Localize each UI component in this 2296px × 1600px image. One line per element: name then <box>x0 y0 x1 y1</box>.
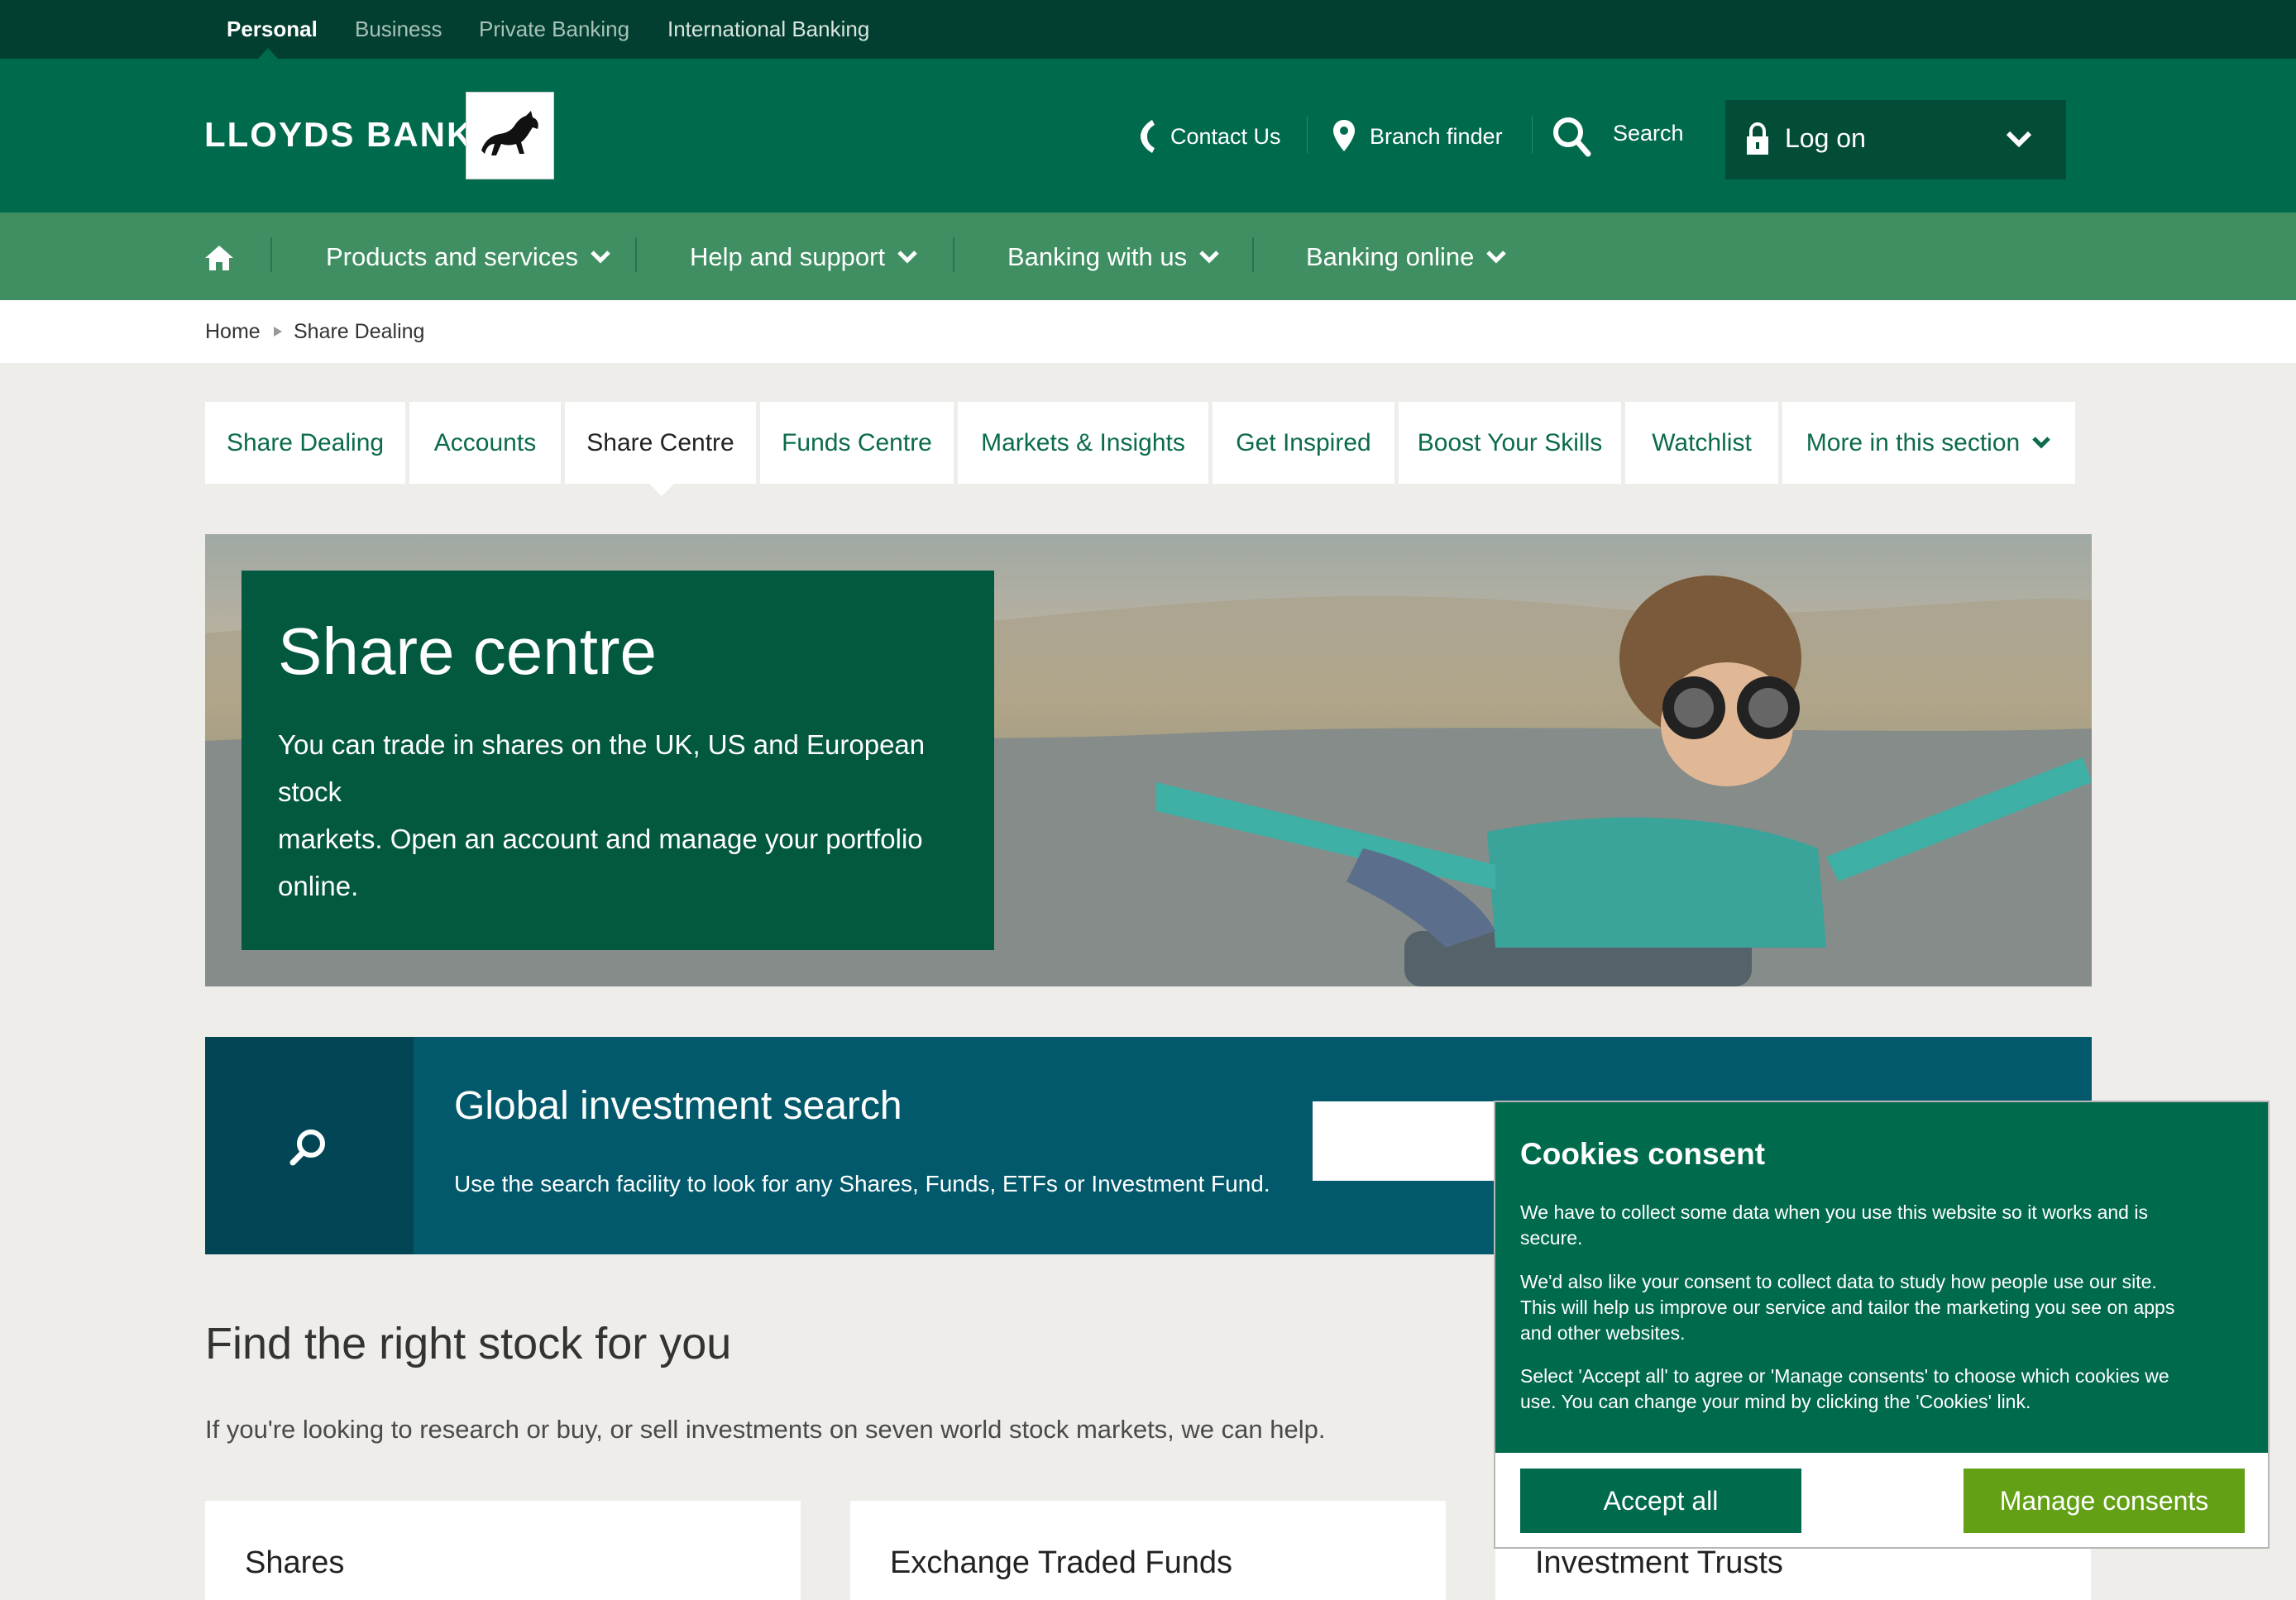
cookie-paragraph: We'd also like your consent to collect d… <box>1520 1269 2174 1346</box>
main-nav: Products and services Help and support B… <box>0 213 2296 300</box>
breadcrumb: Home Share Dealing <box>0 300 2296 363</box>
tab-share-centre[interactable]: Share Centre <box>565 402 756 484</box>
tab-boost-your-skills[interactable]: Boost Your Skills <box>1399 402 1621 484</box>
tab-funds-centre[interactable]: Funds Centre <box>760 402 954 484</box>
segment-business[interactable]: Business <box>355 17 442 42</box>
nav-divider <box>270 237 272 272</box>
tab-get-inspired[interactable]: Get Inspired <box>1213 402 1394 484</box>
tab-label: Watchlist <box>1652 428 1752 456</box>
tab-label: Get Inspired <box>1236 428 1371 456</box>
nav-label: Help and support <box>690 242 886 271</box>
tab-label: Boost Your Skills <box>1417 428 1603 456</box>
cookie-title: Cookies consent <box>1520 1137 1766 1171</box>
global-search-title: Global investment search <box>454 1084 902 1128</box>
contact-us-label: Contact Us <box>1170 123 1281 149</box>
hero-line: You can trade in shares on the UK, US an… <box>278 729 926 807</box>
breadcrumb-current: Share Dealing <box>294 320 425 343</box>
branch-finder-label: Branch finder <box>1370 123 1503 149</box>
search-icon <box>1553 117 1591 157</box>
active-tab-pointer <box>649 484 674 496</box>
hero-line: markets. Open an account and manage your… <box>278 824 923 854</box>
cookie-consent-body: Cookies consent We have to collect some … <box>1495 1102 2268 1453</box>
brand-logo-text[interactable]: LLOYDS BANK <box>204 115 473 155</box>
card-shares[interactable]: Shares <box>205 1501 801 1600</box>
segment-private-banking[interactable]: Private Banking <box>479 17 629 42</box>
tab-label: Share Centre <box>586 428 734 456</box>
black-horse-icon[interactable] <box>466 92 554 179</box>
chevron-down-icon <box>591 251 610 264</box>
branch-finder-link[interactable]: Branch finder <box>1332 113 1503 160</box>
active-segment-caret <box>258 48 278 59</box>
cookie-paragraph: We have to collect some data when you us… <box>1520 1200 2148 1251</box>
nav-label: Products and services <box>326 242 578 271</box>
tab-label: More in this section <box>1806 428 2021 456</box>
card-title: Exchange Traded Funds <box>890 1545 1233 1580</box>
nav-divider <box>953 237 954 272</box>
segment-international-banking[interactable]: International Banking <box>667 17 869 42</box>
search-icon-panel <box>205 1037 414 1254</box>
tab-share-dealing[interactable]: Share Dealing <box>205 402 405 484</box>
accept-all-button[interactable]: Accept all <box>1520 1469 1801 1533</box>
hero-line: online. <box>278 871 359 901</box>
search-label: Search <box>1613 120 1684 146</box>
chevron-down-icon <box>2006 131 2032 148</box>
cookie-line: Select 'Accept all' to agree or 'Manage … <box>1520 1365 2169 1387</box>
cookie-line: We'd also like your consent to collect d… <box>1520 1271 2157 1292</box>
nav-divider <box>635 237 637 272</box>
search-link[interactable]: Search <box>1552 113 1684 160</box>
segment-personal[interactable]: Personal <box>227 17 318 42</box>
segment-bar: Personal Business Private Banking Intern… <box>0 0 2296 59</box>
nav-help-and-support[interactable]: Help and support <box>690 242 918 272</box>
home-icon[interactable] <box>203 244 235 272</box>
tab-markets-insights[interactable]: Markets & Insights <box>958 402 1208 484</box>
tab-label: Funds Centre <box>782 428 932 456</box>
card-title: Investment Trusts <box>1535 1545 1783 1580</box>
card-title: Shares <box>245 1545 345 1580</box>
manage-consents-button[interactable]: Manage consents <box>1964 1469 2245 1533</box>
cookie-line: use. You can change your mind by clickin… <box>1520 1391 2031 1412</box>
cookie-line: and other websites. <box>1520 1322 1686 1344</box>
cookie-line: This will help us improve our service an… <box>1520 1297 2175 1318</box>
section-lede: If you're looking to research or buy, or… <box>205 1415 1326 1444</box>
hero-description: You can trade in shares on the UK, US an… <box>278 721 994 910</box>
chevron-down-icon <box>897 251 917 264</box>
map-pin-icon <box>1333 120 1355 151</box>
cookie-consent-dialog: Cookies consent We have to collect some … <box>1494 1101 2270 1549</box>
divider <box>1532 117 1533 153</box>
nav-products-and-services[interactable]: Products and services <box>326 242 611 272</box>
tab-accounts[interactable]: Accounts <box>409 402 561 484</box>
padlock-icon <box>1747 122 1768 155</box>
cookie-line: secure. <box>1520 1227 1583 1249</box>
nav-label: Banking with us <box>1007 242 1188 271</box>
site-header: LLOYDS BANK Contact Us Branch finder Sea… <box>0 59 2296 213</box>
hero-banner: Share centre You can trade in shares on … <box>205 534 2092 986</box>
tab-more-in-this-section[interactable]: More in this section <box>1782 402 2075 484</box>
hero-text-panel: Share centre You can trade in shares on … <box>242 571 994 950</box>
chevron-down-icon <box>2032 437 2050 449</box>
chevron-down-icon <box>1199 251 1219 264</box>
breadcrumb-separator-icon <box>274 327 282 337</box>
breadcrumb-home[interactable]: Home <box>205 320 261 344</box>
tab-watchlist[interactable]: Watchlist <box>1625 402 1778 484</box>
tab-label: Accounts <box>433 428 537 456</box>
magnifier-icon <box>289 1130 325 1166</box>
nav-divider <box>1252 237 1254 272</box>
card-exchange-traded-funds[interactable]: Exchange Traded Funds <box>850 1501 1446 1600</box>
log-on-label: Log on <box>1785 123 1866 153</box>
global-search-description: Use the search facility to look for any … <box>454 1171 1270 1196</box>
page-title: Share centre <box>278 614 658 688</box>
log-on-button[interactable]: Log on <box>1725 100 2066 179</box>
nav-banking-with-us[interactable]: Banking with us <box>1007 242 1220 272</box>
section-heading: Find the right stock for you <box>205 1319 732 1368</box>
nav-banking-online[interactable]: Banking online <box>1306 242 1507 272</box>
phone-icon <box>1141 120 1155 153</box>
divider <box>1307 117 1308 153</box>
chevron-down-icon <box>1486 251 1507 264</box>
cookie-paragraph: Select 'Accept all' to agree or 'Manage … <box>1520 1364 2169 1415</box>
tab-label: Share Dealing <box>226 428 385 456</box>
cookie-line: We have to collect some data when you us… <box>1520 1201 2148 1223</box>
tab-label: Markets & Insights <box>981 428 1185 456</box>
nav-label: Banking online <box>1306 242 1475 271</box>
contact-us-link[interactable]: Contact Us <box>1137 113 1281 160</box>
